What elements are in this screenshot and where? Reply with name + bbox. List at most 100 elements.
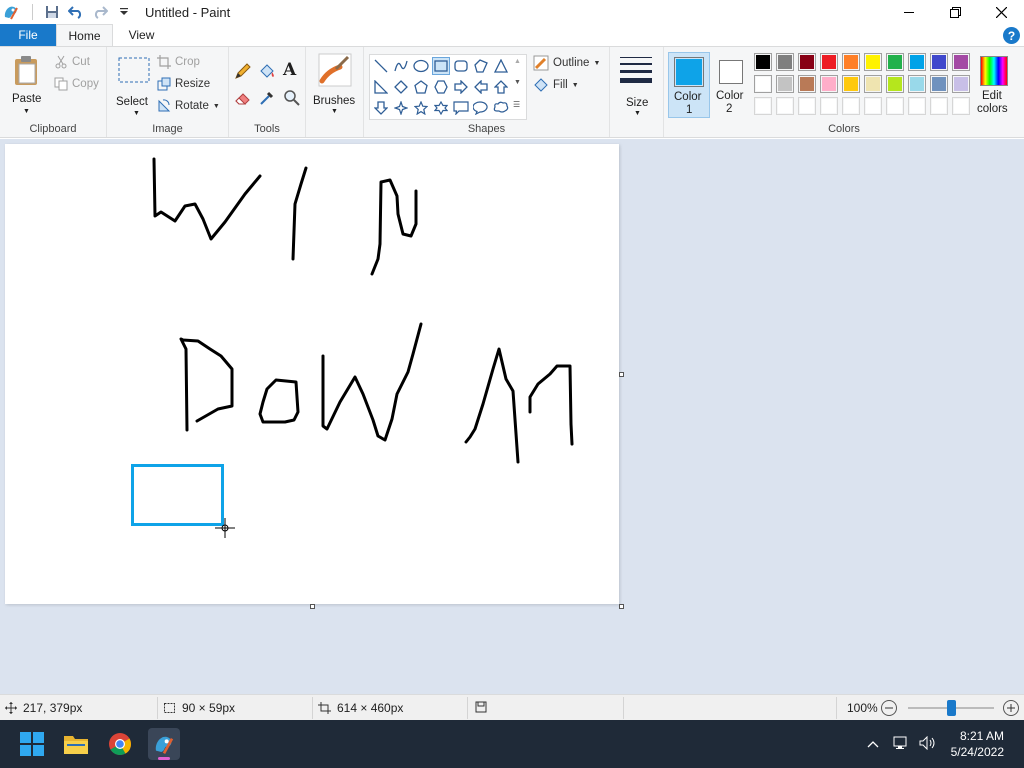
cloud-callout-shape-icon[interactable] — [492, 99, 510, 117]
palette-swatch[interactable] — [820, 75, 838, 93]
triangle-shape-icon[interactable] — [492, 57, 510, 75]
shapes-scroll-up-icon[interactable]: ▲ — [514, 58, 521, 65]
hexagon-shape-icon[interactable] — [432, 78, 450, 96]
palette-swatch[interactable] — [754, 53, 772, 71]
redo-icon[interactable] — [91, 3, 109, 21]
palette-swatch[interactable] — [776, 53, 794, 71]
palette-swatch-empty[interactable] — [842, 97, 860, 115]
color2-button[interactable]: Color 2 — [712, 52, 754, 118]
zoom-in-button[interactable] — [1003, 700, 1019, 716]
palette-swatch-empty[interactable] — [776, 97, 794, 115]
shapes-scroll-down-icon[interactable]: ▼ — [514, 79, 521, 86]
edit-colors-button[interactable]: Edit colors — [974, 52, 1018, 118]
down-arrow-shape-icon[interactable] — [372, 99, 390, 117]
palette-swatch[interactable] — [864, 75, 882, 93]
fill-bucket-icon[interactable] — [258, 62, 276, 83]
palette-swatch[interactable] — [908, 75, 926, 93]
zoom-out-button[interactable] — [881, 700, 897, 716]
up-arrow-shape-icon[interactable] — [492, 78, 510, 96]
resize-handle-corner[interactable] — [619, 604, 624, 609]
palette-swatch[interactable] — [798, 75, 816, 93]
left-arrow-shape-icon[interactable] — [472, 78, 490, 96]
brushes-button[interactable]: Brushes ▼ — [310, 51, 360, 121]
palette-swatch-empty[interactable] — [908, 97, 926, 115]
minimize-button[interactable] — [886, 0, 932, 24]
magnifier-icon[interactable] — [283, 89, 301, 110]
clock[interactable]: 8:21 AM 5/24/2022 — [951, 728, 1004, 760]
rounded-rectangle-shape-icon[interactable] — [452, 57, 470, 75]
six-point-star-shape-icon[interactable] — [432, 99, 450, 117]
close-button[interactable] — [978, 0, 1024, 24]
palette-swatch[interactable] — [842, 53, 860, 71]
palette-swatch[interactable] — [798, 53, 816, 71]
diamond-shape-icon[interactable] — [392, 78, 410, 96]
file-explorer-button[interactable] — [60, 728, 92, 760]
oval-callout-shape-icon[interactable] — [472, 99, 490, 117]
tab-file[interactable]: File — [0, 24, 56, 46]
palette-swatch-empty[interactable] — [754, 97, 772, 115]
tab-home[interactable]: Home — [56, 24, 113, 46]
zoom-slider-thumb[interactable] — [947, 700, 956, 716]
crop-button[interactable]: Crop — [157, 55, 200, 69]
eraser-icon[interactable] — [234, 89, 252, 110]
color-picker-icon[interactable] — [258, 89, 276, 110]
palette-swatch[interactable] — [908, 53, 926, 71]
resize-handle-bottom[interactable] — [310, 604, 315, 609]
palette-swatch[interactable] — [952, 75, 970, 93]
copy-button[interactable]: Copy — [54, 77, 99, 91]
pentagon-shape-icon[interactable] — [412, 78, 430, 96]
line-shape-icon[interactable] — [372, 57, 390, 75]
right-triangle-shape-icon[interactable] — [372, 78, 390, 96]
palette-swatch[interactable] — [930, 53, 948, 71]
undo-icon[interactable] — [67, 3, 85, 21]
drawing-canvas[interactable] — [5, 144, 619, 604]
palette-swatch[interactable] — [886, 75, 904, 93]
palette-swatch-empty[interactable] — [798, 97, 816, 115]
palette-swatch-empty[interactable] — [930, 97, 948, 115]
canvas-workspace[interactable] — [0, 139, 1024, 694]
palette-swatch[interactable] — [864, 53, 882, 71]
outline-button[interactable]: Outline ▼ — [533, 55, 600, 71]
palette-swatch[interactable] — [886, 53, 904, 71]
resize-handle-right[interactable] — [619, 372, 624, 377]
chrome-button[interactable] — [104, 728, 136, 760]
resize-button[interactable]: Resize — [157, 77, 210, 91]
color1-button[interactable]: Color 1 — [668, 52, 710, 118]
shapes-expand-icon[interactable]: ☰ — [513, 100, 520, 109]
text-icon[interactable]: A — [283, 60, 296, 80]
rotate-button[interactable]: Rotate ▼ — [157, 99, 220, 113]
size-button[interactable]: Size ▼ — [618, 53, 658, 119]
four-point-star-shape-icon[interactable] — [392, 99, 410, 117]
palette-swatch-empty[interactable] — [952, 97, 970, 115]
palette-swatch-empty[interactable] — [886, 97, 904, 115]
right-arrow-shape-icon[interactable] — [452, 78, 470, 96]
palette-swatch[interactable] — [842, 75, 860, 93]
paint-taskbar-button[interactable] — [148, 728, 180, 760]
paste-button[interactable]: Paste ▼ — [8, 53, 46, 115]
chevron-up-icon[interactable] — [867, 737, 879, 751]
palette-swatch[interactable] — [754, 75, 772, 93]
volume-icon[interactable] — [919, 735, 937, 753]
oval-shape-icon[interactable] — [412, 57, 430, 75]
rectangle-shape-icon[interactable] — [432, 57, 450, 75]
palette-swatch[interactable] — [820, 53, 838, 71]
save-icon[interactable] — [43, 3, 61, 21]
five-point-star-shape-icon[interactable] — [412, 99, 430, 117]
fill-button[interactable]: Fill ▼ — [533, 77, 579, 93]
select-button[interactable]: Select ▼ — [113, 53, 157, 117]
zoom-slider[interactable] — [908, 700, 994, 716]
tab-view[interactable]: View — [113, 24, 170, 46]
palette-swatch[interactable] — [930, 75, 948, 93]
curve-shape-icon[interactable] — [392, 57, 410, 75]
blue-rectangle-shape[interactable] — [131, 464, 224, 526]
network-icon[interactable] — [893, 736, 909, 753]
pencil-icon[interactable] — [234, 62, 252, 83]
rectangular-callout-shape-icon[interactable] — [452, 99, 470, 117]
customize-quick-access-icon[interactable] — [115, 3, 133, 21]
restore-button[interactable] — [932, 0, 978, 24]
palette-swatch[interactable] — [952, 53, 970, 71]
cut-button[interactable]: Cut — [54, 55, 90, 69]
palette-swatch-empty[interactable] — [864, 97, 882, 115]
start-button[interactable] — [16, 728, 48, 760]
help-icon[interactable]: ? — [1003, 27, 1020, 44]
